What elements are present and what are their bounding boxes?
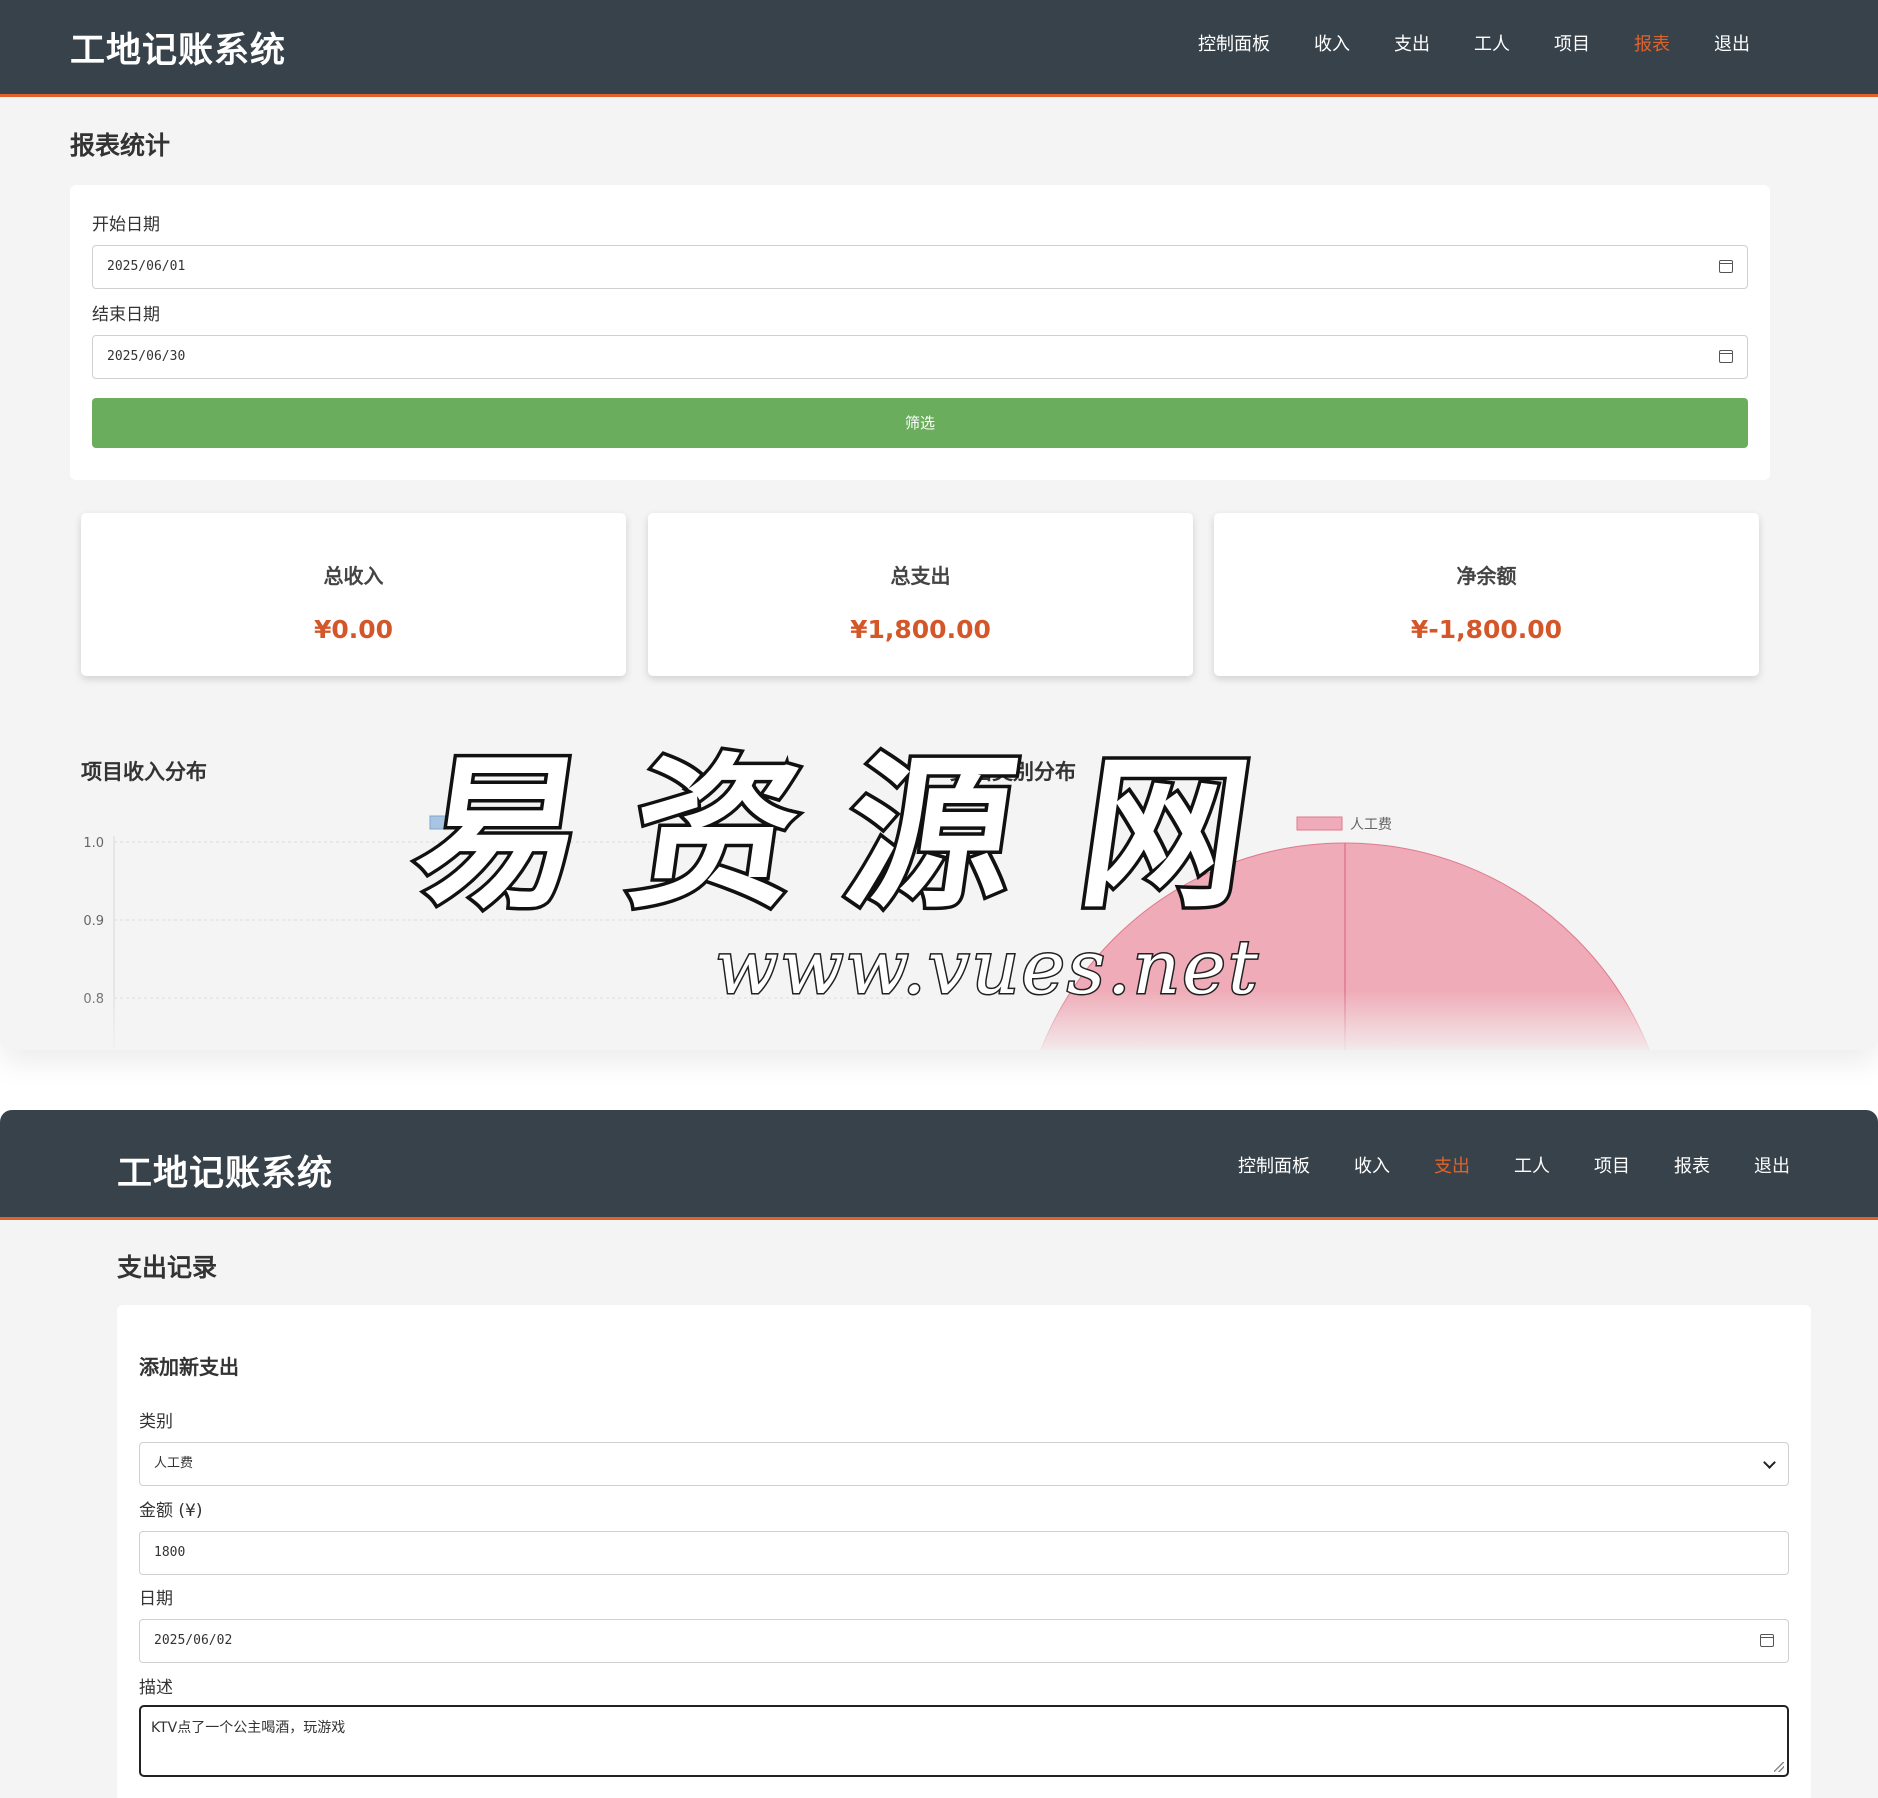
legend-swatch bbox=[429, 815, 476, 830]
description-value: KTV点了一个公主喝酒，玩游戏 bbox=[151, 1720, 346, 1736]
start-date-input[interactable]: 2025/06/01 bbox=[92, 245, 1748, 289]
stat-value: ¥1,800.00 bbox=[850, 615, 991, 644]
nav-expense[interactable]: 支出 bbox=[1394, 30, 1430, 56]
income-chart-title: 项目收入分布 bbox=[81, 760, 207, 784]
stat-value: ¥0.00 bbox=[313, 615, 394, 644]
start-date-label: 开始日期 bbox=[92, 215, 160, 235]
calendar-icon[interactable] bbox=[1760, 1634, 1774, 1647]
stat-label: 总支出 bbox=[890, 564, 951, 588]
filter-button[interactable]: 筛选 bbox=[92, 398, 1748, 448]
stat-label: 净余额 bbox=[1456, 564, 1517, 588]
add-expense-card: 添加新支出 类别 人工费 金额 (¥) 1800 日期 2025/06/02 描… bbox=[117, 1305, 1811, 1798]
brand-title[interactable]: 工地记账系统 bbox=[70, 22, 286, 73]
category-value: 人工费 bbox=[154, 1456, 194, 1471]
nav-projects[interactable]: 项目 bbox=[1554, 30, 1590, 56]
brand-title[interactable]: 工地记账系统 bbox=[117, 1145, 333, 1196]
calendar-icon[interactable] bbox=[1719, 350, 1733, 363]
navbar: 工地记账系统 控制面板 收入 支出 工人 项目 报表 退出 bbox=[0, 1110, 1878, 1220]
date-input[interactable]: 2025/06/02 bbox=[139, 1619, 1789, 1663]
y-tick-label: 1.0 bbox=[83, 836, 104, 851]
start-date-value: 2025/06/01 bbox=[107, 259, 186, 274]
nav-expense[interactable]: 支出 bbox=[1434, 1152, 1470, 1178]
end-date-value: 2025/06/30 bbox=[107, 349, 186, 364]
end-date-label: 结束日期 bbox=[92, 305, 160, 325]
expenses-screenshot: 工地记账系统 控制面板 收入 支出 工人 项目 报表 退出 支出记录 添加新支出… bbox=[0, 1110, 1878, 1798]
page-title: 报表统计 bbox=[70, 131, 171, 160]
total-expense-card: 总支出 ¥1,800.00 bbox=[648, 513, 1193, 676]
nav-income[interactable]: 收入 bbox=[1354, 1152, 1390, 1178]
net-balance-card: 净余额 ¥-1,800.00 bbox=[1214, 513, 1759, 676]
stat-label: 总收入 bbox=[323, 564, 384, 588]
date-label: 日期 bbox=[139, 1589, 173, 1609]
nav-reports[interactable]: 报表 bbox=[1674, 1152, 1710, 1178]
y-tick-label: 0.9 bbox=[83, 914, 104, 929]
navbar: 工地记账系统 控制面板 收入 支出 工人 项目 报表 退出 bbox=[0, 0, 1878, 97]
nav-dashboard[interactable]: 控制面板 bbox=[1198, 30, 1270, 56]
date-value: 2025/06/02 bbox=[154, 1633, 233, 1648]
category-select[interactable]: 人工费 bbox=[139, 1442, 1789, 1486]
chevron-down-icon[interactable] bbox=[1763, 1456, 1776, 1469]
nav-logout[interactable]: 退出 bbox=[1714, 30, 1750, 56]
nav-workers[interactable]: 工人 bbox=[1514, 1152, 1550, 1178]
nav-links: 控制面板 收入 支出 工人 项目 报表 退出 bbox=[1198, 30, 1750, 56]
nav-reports[interactable]: 报表 bbox=[1634, 30, 1670, 56]
nav-income[interactable]: 收入 bbox=[1314, 30, 1350, 56]
stat-value: ¥-1,800.00 bbox=[1410, 615, 1563, 644]
category-label: 类别 bbox=[139, 1412, 173, 1432]
end-date-input[interactable]: 2025/06/30 bbox=[92, 335, 1748, 379]
calendar-icon[interactable] bbox=[1719, 260, 1733, 273]
page-title: 支出记录 bbox=[117, 1253, 218, 1282]
nav-dashboard[interactable]: 控制面板 bbox=[1238, 1152, 1310, 1178]
expense-chart-title: 支出类别分布 bbox=[950, 760, 1076, 784]
reports-screenshot: 工地记账系统 控制面板 收入 支出 工人 项目 报表 退出 报表统计 开始日期 … bbox=[0, 0, 1878, 1050]
filter-card: 开始日期 2025/06/01 结束日期 2025/06/30 筛选 bbox=[70, 185, 1770, 480]
form-heading: 添加新支出 bbox=[139, 1355, 239, 1379]
nav-projects[interactable]: 项目 bbox=[1594, 1152, 1630, 1178]
legend-label: 人工费 bbox=[1350, 817, 1392, 833]
nav-links: 控制面板 收入 支出 工人 项目 报表 退出 bbox=[1238, 1152, 1790, 1178]
nav-workers[interactable]: 工人 bbox=[1474, 30, 1510, 56]
description-textarea[interactable]: KTV点了一个公主喝酒，玩游戏 bbox=[139, 1705, 1789, 1777]
amount-input[interactable]: 1800 bbox=[139, 1531, 1789, 1575]
legend-swatch bbox=[1296, 816, 1343, 831]
description-label: 描述 bbox=[139, 1678, 173, 1698]
nav-logout[interactable]: 退出 bbox=[1754, 1152, 1790, 1178]
resize-handle-icon[interactable] bbox=[1774, 1762, 1784, 1772]
fade-overlay bbox=[0, 990, 1878, 1050]
amount-value: 1800 bbox=[154, 1545, 186, 1560]
total-income-card: 总收入 ¥0.00 bbox=[81, 513, 626, 676]
amount-label: 金额 (¥) bbox=[139, 1501, 203, 1521]
